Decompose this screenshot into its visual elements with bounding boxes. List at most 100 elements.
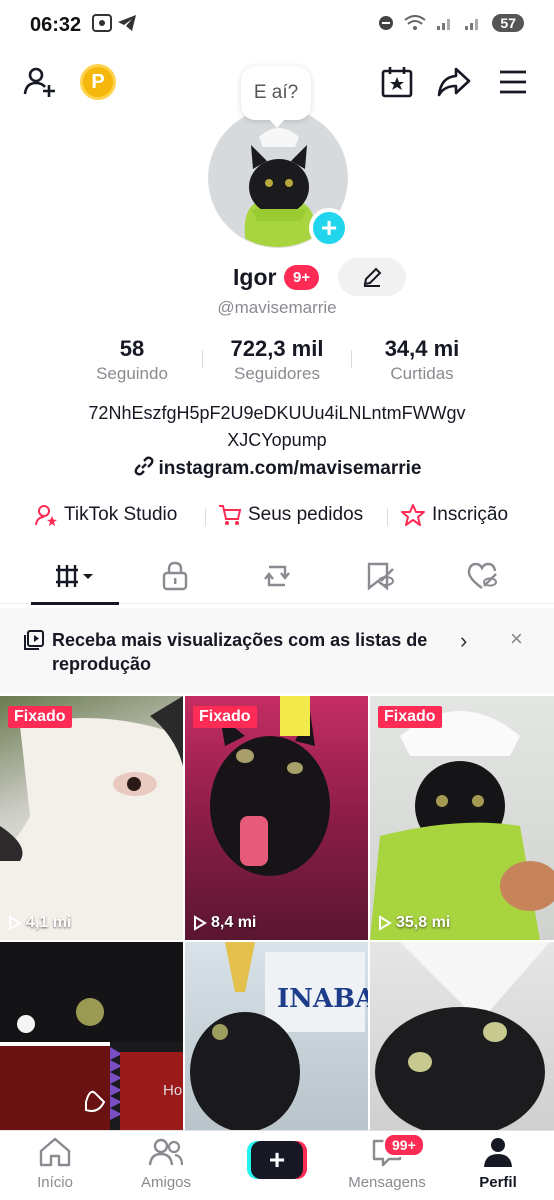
subscription-button[interactable]: Inscrição <box>400 503 508 527</box>
view-count: 4,1 mi <box>8 914 71 932</box>
messages-badge: 99+ <box>383 1133 425 1157</box>
share-icon[interactable] <box>434 62 474 102</box>
video-thumbnail[interactable]: INABA <box>185 942 368 1132</box>
pinned-badge: Fixado <box>193 706 257 728</box>
video-grid: Fixado 4,1 mi Fixado 8,4 mi Fixado 35,8 … <box>0 696 554 1132</box>
heart-hidden-icon <box>467 562 497 589</box>
nav-profile[interactable]: Perfil <box>453 1137 543 1191</box>
video-thumbnail[interactable] <box>370 942 554 1132</box>
cat-thumbnail-art <box>210 696 330 876</box>
play-icon <box>379 915 392 931</box>
create-button[interactable]: + <box>247 1141 307 1179</box>
bio-line: XJCYopump <box>227 430 327 450</box>
nav-home[interactable]: Início <box>10 1137 100 1191</box>
nav-friends[interactable]: Amigos <box>121 1137 211 1191</box>
stat-following[interactable]: 58 Seguindo <box>70 336 194 384</box>
edit-profile-button[interactable] <box>338 258 406 296</box>
view-count-text: 35,8 mi <box>396 914 451 931</box>
profile-link[interactable]: instagram.com/mavisemarrie <box>0 456 554 480</box>
screenshot-icon <box>92 14 112 32</box>
calendar-star-icon[interactable] <box>377 62 417 102</box>
promo-text: Receba mais visualizações com as listas … <box>52 630 428 674</box>
nav-label: Perfil <box>479 1174 517 1191</box>
thumbnail-overlay-text: Ho <box>163 1082 183 1099</box>
tab-private[interactable] <box>145 556 205 596</box>
subscription-icon <box>401 504 425 526</box>
tab-reposts[interactable] <box>247 556 307 596</box>
link-text: instagram.com/mavisemarrie <box>158 458 422 479</box>
stat-value: 34,4 mi <box>384 336 460 361</box>
tab-liked[interactable] <box>452 556 512 596</box>
add-friend-icon[interactable] <box>20 62 60 102</box>
menu-icon[interactable] <box>493 62 533 102</box>
cart-icon <box>219 505 242 525</box>
play-icon <box>194 915 207 931</box>
orders-button[interactable]: Seus pedidos <box>218 503 363 527</box>
status-bar: 06:32 57 <box>0 0 554 50</box>
status-right: 57 <box>378 14 524 32</box>
profile-actions: TikTok Studio Seus pedidos Inscrição <box>0 500 554 532</box>
tab-favorites[interactable] <box>350 556 410 596</box>
pencil-icon <box>363 267 382 287</box>
tiktok-studio-button[interactable]: TikTok Studio <box>34 503 177 527</box>
signal-icon <box>465 19 479 30</box>
action-label: Inscrição <box>432 504 509 525</box>
inaba-cat-thumbnail-art <box>190 942 365 1132</box>
nav-label: Mensagens <box>348 1174 426 1191</box>
name-row: Igor 9+ <box>0 258 554 298</box>
stat-label: Seguidores <box>233 364 320 383</box>
coin-icon[interactable]: P <box>80 64 116 100</box>
playlist-promo-banner[interactable]: Receba mais visualizações com as listas … <box>0 608 554 694</box>
chef-cat-thumbnail-art <box>370 711 554 940</box>
chevron-right-icon[interactable]: › <box>460 628 467 654</box>
pinned-badge: Fixado <box>8 706 72 728</box>
plus-icon: + <box>251 1141 303 1179</box>
signal-icon <box>437 19 451 30</box>
profile-icon <box>484 1138 512 1167</box>
notification-badge[interactable]: 9+ <box>284 265 320 290</box>
add-story-button[interactable]: + <box>309 208 349 248</box>
thumbnail-overlay-text: INABA <box>277 984 368 1014</box>
tab-videos[interactable] <box>31 556 119 605</box>
status-bubble[interactable]: E aí? <box>241 66 311 128</box>
video-thumbnail[interactable]: Fixado 8,4 mi <box>185 696 368 940</box>
stat-likes[interactable]: 34,4 mi Curtidas <box>360 336 484 384</box>
repost-icon <box>264 565 290 587</box>
lock-icon <box>162 561 188 591</box>
stat-label: Seguindo <box>96 364 168 383</box>
content-tabs <box>0 548 554 605</box>
stat-followers[interactable]: 722,3 mil Seguidores <box>212 336 342 384</box>
action-label: TikTok Studio <box>64 504 178 525</box>
playlist-icon <box>24 630 44 650</box>
profile-name: Igor <box>233 264 277 290</box>
telegram-icon <box>118 15 137 31</box>
dnd-icon <box>379 16 394 30</box>
dog-thumbnail-art <box>0 696 183 940</box>
play-icon <box>9 915 22 931</box>
battery-icon: 57 <box>492 14 524 32</box>
action-label: Seus pedidos <box>248 504 364 525</box>
view-count-text: 8,4 mi <box>211 914 257 931</box>
home-icon <box>39 1137 71 1167</box>
stat-value: 722,3 mil <box>230 336 324 361</box>
nav-label: Início <box>37 1174 73 1191</box>
video-thumbnail[interactable]: Fixado 35,8 mi <box>370 696 554 940</box>
chef-cat-closeup-thumbnail-art <box>375 942 550 1132</box>
game-cat-thumbnail-art <box>0 942 183 1132</box>
link-icon <box>134 456 153 476</box>
grid-icon <box>56 565 93 587</box>
view-count-text: 4,1 mi <box>26 914 72 931</box>
bottom-navigation: Início Amigos + Mensagens 99+ Perfil <box>0 1130 554 1200</box>
bio-line: 72NhEszfgH5pF2U9eDKUUu4iLNLntmFWWgv <box>88 403 466 423</box>
nav-label: Amigos <box>140 1174 192 1191</box>
profile-handle: @mavisemarrie <box>217 298 337 317</box>
wifi-icon <box>404 15 427 30</box>
status-time: 06:32 <box>30 14 82 36</box>
studio-icon <box>35 505 57 526</box>
video-thumbnail[interactable]: Ho <box>0 942 183 1132</box>
stat-value: 58 <box>119 336 145 361</box>
view-count: 35,8 mi <box>378 914 450 932</box>
video-thumbnail[interactable]: Fixado 4,1 mi <box>0 696 183 940</box>
close-icon[interactable]: × <box>510 626 523 652</box>
stat-label: Curtidas <box>390 364 454 383</box>
